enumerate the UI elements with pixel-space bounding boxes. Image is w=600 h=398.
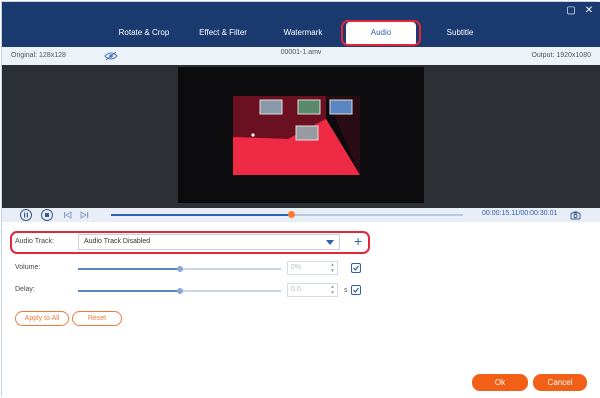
close-icon[interactable]: ✕ bbox=[582, 5, 596, 17]
stop-icon[interactable] bbox=[41, 209, 53, 221]
volume-down-icon[interactable]: ▼ bbox=[330, 269, 335, 274]
audio-track-value: Audio Track Disabled bbox=[84, 238, 151, 245]
pause-icon[interactable] bbox=[20, 209, 32, 221]
delay-input[interactable]: 0.0 ▲ ▼ bbox=[287, 283, 338, 297]
skip-back-icon[interactable] bbox=[63, 210, 73, 222]
copy-check-icon[interactable] bbox=[351, 263, 361, 273]
audio-track-select[interactable]: Audio Track Disabled bbox=[78, 234, 340, 250]
plus-icon[interactable]: + bbox=[354, 233, 362, 249]
ok-button[interactable]: Ok bbox=[472, 374, 528, 391]
chevron-down-icon bbox=[326, 240, 334, 245]
volume-input[interactable]: 0% ▲ ▼ bbox=[287, 261, 338, 275]
progress-fill bbox=[111, 214, 291, 216]
volume-value: 0% bbox=[291, 264, 302, 271]
time-display: 00:00:15.11/00:00:30.01 bbox=[482, 210, 558, 217]
tab-rotate-crop[interactable]: Rotate & Crop bbox=[112, 22, 176, 44]
delay-slider-handle[interactable] bbox=[176, 288, 183, 294]
copy-check-icon[interactable] bbox=[351, 285, 361, 295]
audio-settings-panel: Audio Track: Audio Track Disabled + Volu… bbox=[2, 222, 600, 398]
delay-down-icon[interactable]: ▼ bbox=[330, 291, 335, 296]
delay-value: 0.0 bbox=[291, 286, 301, 293]
delay-unit: s bbox=[344, 287, 348, 294]
camera-icon[interactable] bbox=[570, 210, 581, 222]
tab-effect-filter[interactable]: Effect & Filter bbox=[191, 22, 255, 44]
delay-slider[interactable] bbox=[78, 288, 281, 294]
file-name: 00001-1.amv bbox=[280, 49, 322, 56]
audio-editor-window: ▢ ✕ Rotate & Crop Effect & Filter Waterm… bbox=[1, 1, 600, 398]
progress-bar[interactable] bbox=[111, 211, 463, 218]
volume-slider-handle[interactable] bbox=[176, 266, 183, 272]
output-resolution: Output: 1920x1080 bbox=[531, 52, 591, 59]
apply-to-all-button[interactable]: Apply to All bbox=[15, 311, 69, 326]
volume-slider-fill bbox=[78, 268, 180, 270]
playback-controls: 00:00:15.11/00:00:30.01 bbox=[2, 208, 600, 222]
tab-subtitle[interactable]: Subtitle bbox=[434, 22, 486, 44]
tab-watermark[interactable]: Watermark bbox=[274, 22, 332, 44]
delay-label: Delay: bbox=[15, 286, 35, 293]
video-frame bbox=[178, 67, 424, 203]
preview-area bbox=[2, 65, 600, 208]
reset-button[interactable]: Reset bbox=[72, 311, 122, 326]
audio-track-label: Audio Track: bbox=[15, 238, 54, 245]
volume-label: Volume: bbox=[15, 264, 41, 271]
audio-tab-highlight bbox=[341, 20, 421, 46]
skip-forward-icon[interactable] bbox=[79, 210, 89, 222]
cancel-button[interactable]: Cancel bbox=[533, 374, 587, 391]
progress-handle[interactable] bbox=[287, 211, 295, 218]
title-bar: ▢ ✕ Rotate & Crop Effect & Filter Waterm… bbox=[2, 2, 600, 47]
delay-slider-fill bbox=[78, 290, 180, 292]
restore-icon[interactable]: ▢ bbox=[564, 5, 578, 17]
volume-slider[interactable] bbox=[78, 266, 281, 272]
info-bar: Original: 128x128 00001-1.amv Output: 19… bbox=[2, 47, 600, 65]
